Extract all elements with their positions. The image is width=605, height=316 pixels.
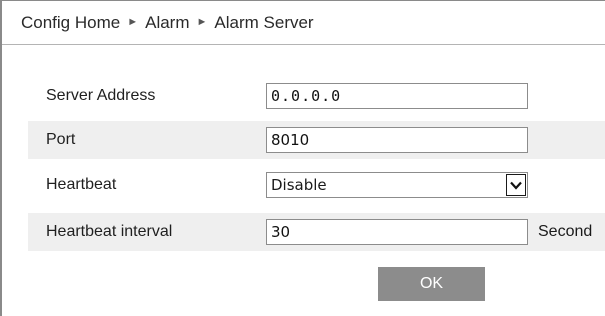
port-row: Port	[28, 121, 605, 159]
breadcrumb-alarm-server: Alarm Server	[214, 12, 314, 32]
breadcrumb-separator-icon: ►	[127, 15, 139, 28]
breadcrumb-separator-icon: ►	[196, 15, 208, 28]
heartbeat-row: Heartbeat Disable	[28, 166, 605, 204]
heartbeat-interval-input[interactable]	[266, 219, 528, 245]
breadcrumb-config-home[interactable]: Config Home	[21, 13, 120, 33]
ok-button[interactable]: OK	[378, 267, 485, 301]
breadcrumb: Config Home ► Alarm ► Alarm Server	[2, 1, 605, 45]
heartbeat-select[interactable]: Disable	[266, 172, 528, 198]
port-label: Port	[46, 131, 76, 148]
server-address-row: Server Address	[28, 77, 605, 115]
heartbeat-interval-row: Heartbeat interval Second	[28, 213, 605, 251]
chevron-down-icon[interactable]	[506, 174, 526, 196]
port-input[interactable]	[266, 127, 528, 153]
breadcrumb-alarm[interactable]: Alarm	[145, 13, 189, 33]
heartbeat-interval-unit: Second	[538, 223, 593, 240]
heartbeat-select-value: Disable	[271, 176, 327, 194]
heartbeat-interval-label: Heartbeat interval	[46, 223, 173, 240]
server-address-label: Server Address	[46, 87, 156, 104]
heartbeat-label: Heartbeat	[46, 176, 117, 193]
server-address-input[interactable]	[266, 83, 528, 109]
